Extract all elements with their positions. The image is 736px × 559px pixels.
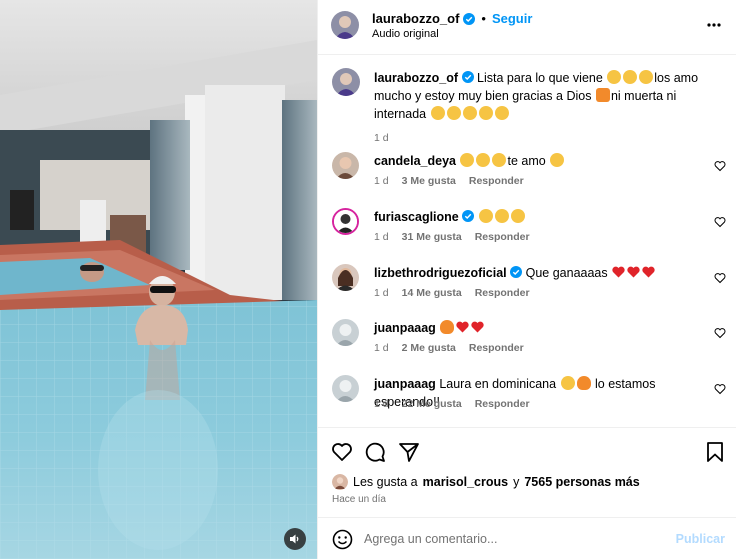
comment-meta: 1 d 31 Me gusta Responder: [374, 231, 530, 243]
emoji-icon: [607, 70, 622, 84]
more-options-button[interactable]: [705, 16, 723, 34]
emoji-icon: [462, 106, 477, 120]
red-heart-icon: [642, 266, 655, 278]
emoji-icon: [494, 106, 509, 120]
caption-meta: 1 d: [374, 132, 389, 144]
verified-icon: [463, 12, 476, 25]
comment-username[interactable]: juanpaaag: [374, 321, 436, 335]
emoji-icon: [623, 70, 638, 84]
red-heart-icon: [627, 266, 640, 278]
share-icon[interactable]: [398, 441, 420, 463]
separator: •: [481, 11, 486, 26]
comment-meta: 1 d 22 Me gusta Responder: [374, 398, 530, 410]
heart-icon[interactable]: [714, 383, 726, 395]
comment-text: candela_deya te amo: [374, 152, 707, 170]
emoji-icon: [478, 106, 493, 120]
red-heart-icon: [456, 321, 469, 333]
author-username[interactable]: laurabozzo_of: [372, 11, 459, 26]
emoji-icon: [460, 153, 475, 167]
comment-meta: 1 d 14 Me gusta Responder: [374, 287, 530, 299]
comment-username[interactable]: juanpaaag: [374, 377, 436, 391]
emoji-icon: [446, 106, 461, 120]
emoji-icon: [639, 70, 654, 84]
verified-icon: [462, 210, 475, 222]
post-header: laurabozzo_of • Seguir Audio original: [318, 0, 736, 55]
commenter-avatar[interactable]: [332, 152, 359, 179]
author-avatar[interactable]: [331, 11, 359, 39]
emoji-icon: [550, 153, 565, 167]
red-heart-icon: [471, 321, 484, 333]
likes-summary: Les gusta a marisol_crous y 7565 persona…: [332, 474, 640, 490]
heart-icon[interactable]: [714, 216, 726, 228]
audio-toggle-button[interactable]: [284, 528, 306, 550]
post-media[interactable]: [0, 0, 317, 559]
post-actions: Les gusta a marisol_crous y 7565 persona…: [318, 427, 736, 517]
more-icon: [707, 23, 721, 27]
clapping-hands-icon: [478, 209, 493, 223]
comment-text: juanpaaag: [374, 319, 707, 337]
caption-username[interactable]: laurabozzo_of: [374, 71, 458, 85]
heart-icon[interactable]: [714, 327, 726, 339]
post-time[interactable]: Hace un día: [332, 494, 386, 505]
pool-photo: [0, 0, 317, 559]
emoji-icon: [430, 106, 445, 120]
emoji-icon: [476, 153, 491, 167]
heart-icon[interactable]: [714, 160, 726, 172]
comment-text: furiascaglione: [374, 208, 707, 226]
fire-icon: [576, 376, 591, 390]
clapping-hands-icon: [494, 209, 509, 223]
comment-input[interactable]: [364, 528, 664, 550]
praying-hands-icon: [595, 88, 610, 102]
author-line: laurabozzo_of • Seguir: [372, 11, 532, 26]
comment-username[interactable]: candela_deya: [374, 154, 456, 168]
red-heart-icon: [612, 266, 625, 278]
clapping-hands-icon: [510, 209, 525, 223]
audio-label[interactable]: Audio original: [372, 28, 439, 40]
comment-username[interactable]: lizbethrodriguezoficial: [374, 266, 507, 280]
post-details-panel: laurabozzo_of • Seguir Audio original la…: [317, 0, 736, 559]
bookmark-icon[interactable]: [704, 441, 726, 463]
liker-avatar[interactable]: [332, 474, 348, 490]
emoji-icon: [560, 376, 575, 390]
caption-text: laurabozzo_of Lista para lo que viene lo…: [374, 70, 699, 121]
commenter-avatar[interactable]: [332, 375, 359, 402]
fire-icon: [440, 320, 455, 334]
heart-icon[interactable]: [714, 272, 726, 284]
verified-icon: [461, 71, 474, 83]
emoji-icon: [492, 153, 507, 167]
comments-list[interactable]: laurabozzo_of Lista para lo que viene lo…: [318, 56, 736, 426]
like-heart-icon[interactable]: [331, 441, 353, 463]
comment-composer: Publicar: [318, 517, 736, 559]
comment-meta: 1 d 3 Me gusta Responder: [374, 175, 524, 187]
audio-icon: [290, 534, 299, 544]
verified-icon: [510, 266, 523, 278]
comment-text: lizbethrodriguezoficial Que ganaaaas: [374, 264, 707, 282]
comment-username[interactable]: furiascaglione: [374, 210, 459, 224]
commenter-avatar[interactable]: [332, 264, 359, 291]
emoji-icon[interactable]: [332, 529, 353, 550]
publish-button[interactable]: Publicar: [676, 532, 725, 546]
commenter-avatar[interactable]: [332, 319, 359, 346]
comment-icon[interactable]: [364, 441, 386, 463]
caption-avatar[interactable]: [332, 68, 360, 96]
follow-button[interactable]: Seguir: [492, 11, 532, 26]
comment-meta: 1 d 2 Me gusta Responder: [374, 342, 524, 354]
commenter-avatar[interactable]: [332, 208, 359, 235]
